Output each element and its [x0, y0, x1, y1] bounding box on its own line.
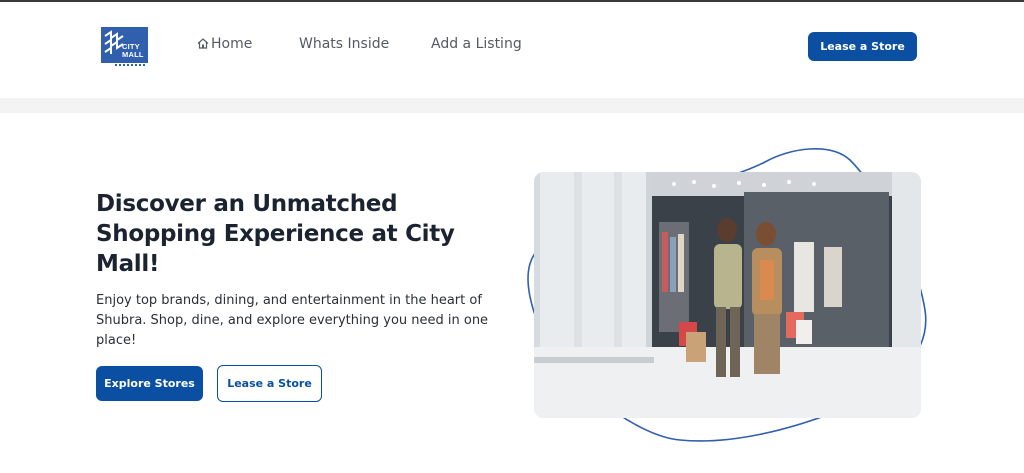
home-icon	[197, 38, 209, 49]
nav-whats-inside-link[interactable]: Whats Inside	[299, 36, 389, 52]
logo-tagline	[115, 64, 145, 66]
city-mall-logo[interactable]: CITY MALL	[101, 27, 148, 66]
hero-title: Discover an Unmatched Shopping Experienc…	[96, 191, 455, 277]
header-divider-band	[0, 98, 1024, 113]
header-lease-store-button[interactable]: Lease a Store	[808, 32, 917, 61]
nav-add-listing-link[interactable]: Add a Listing	[431, 36, 522, 52]
hero-description: Enjoy top brands, dining, and entertainm…	[96, 293, 489, 348]
lease-store-button[interactable]: Lease a Store	[217, 365, 322, 402]
nav-home-link[interactable]: Home	[197, 36, 252, 52]
explore-stores-button[interactable]: Explore Stores	[96, 366, 203, 401]
logo-text-mall: MALL	[122, 50, 144, 59]
hero-mall-photo	[534, 172, 921, 418]
nav-home-label: Home	[211, 36, 253, 52]
logo-mark: CITY MALL	[101, 27, 148, 63]
site-header: CITY MALL Home Whats Inside Add a Listin…	[0, 2, 1024, 98]
shoppers-image	[534, 172, 921, 418]
logo-text: CITY MALL	[122, 43, 144, 59]
